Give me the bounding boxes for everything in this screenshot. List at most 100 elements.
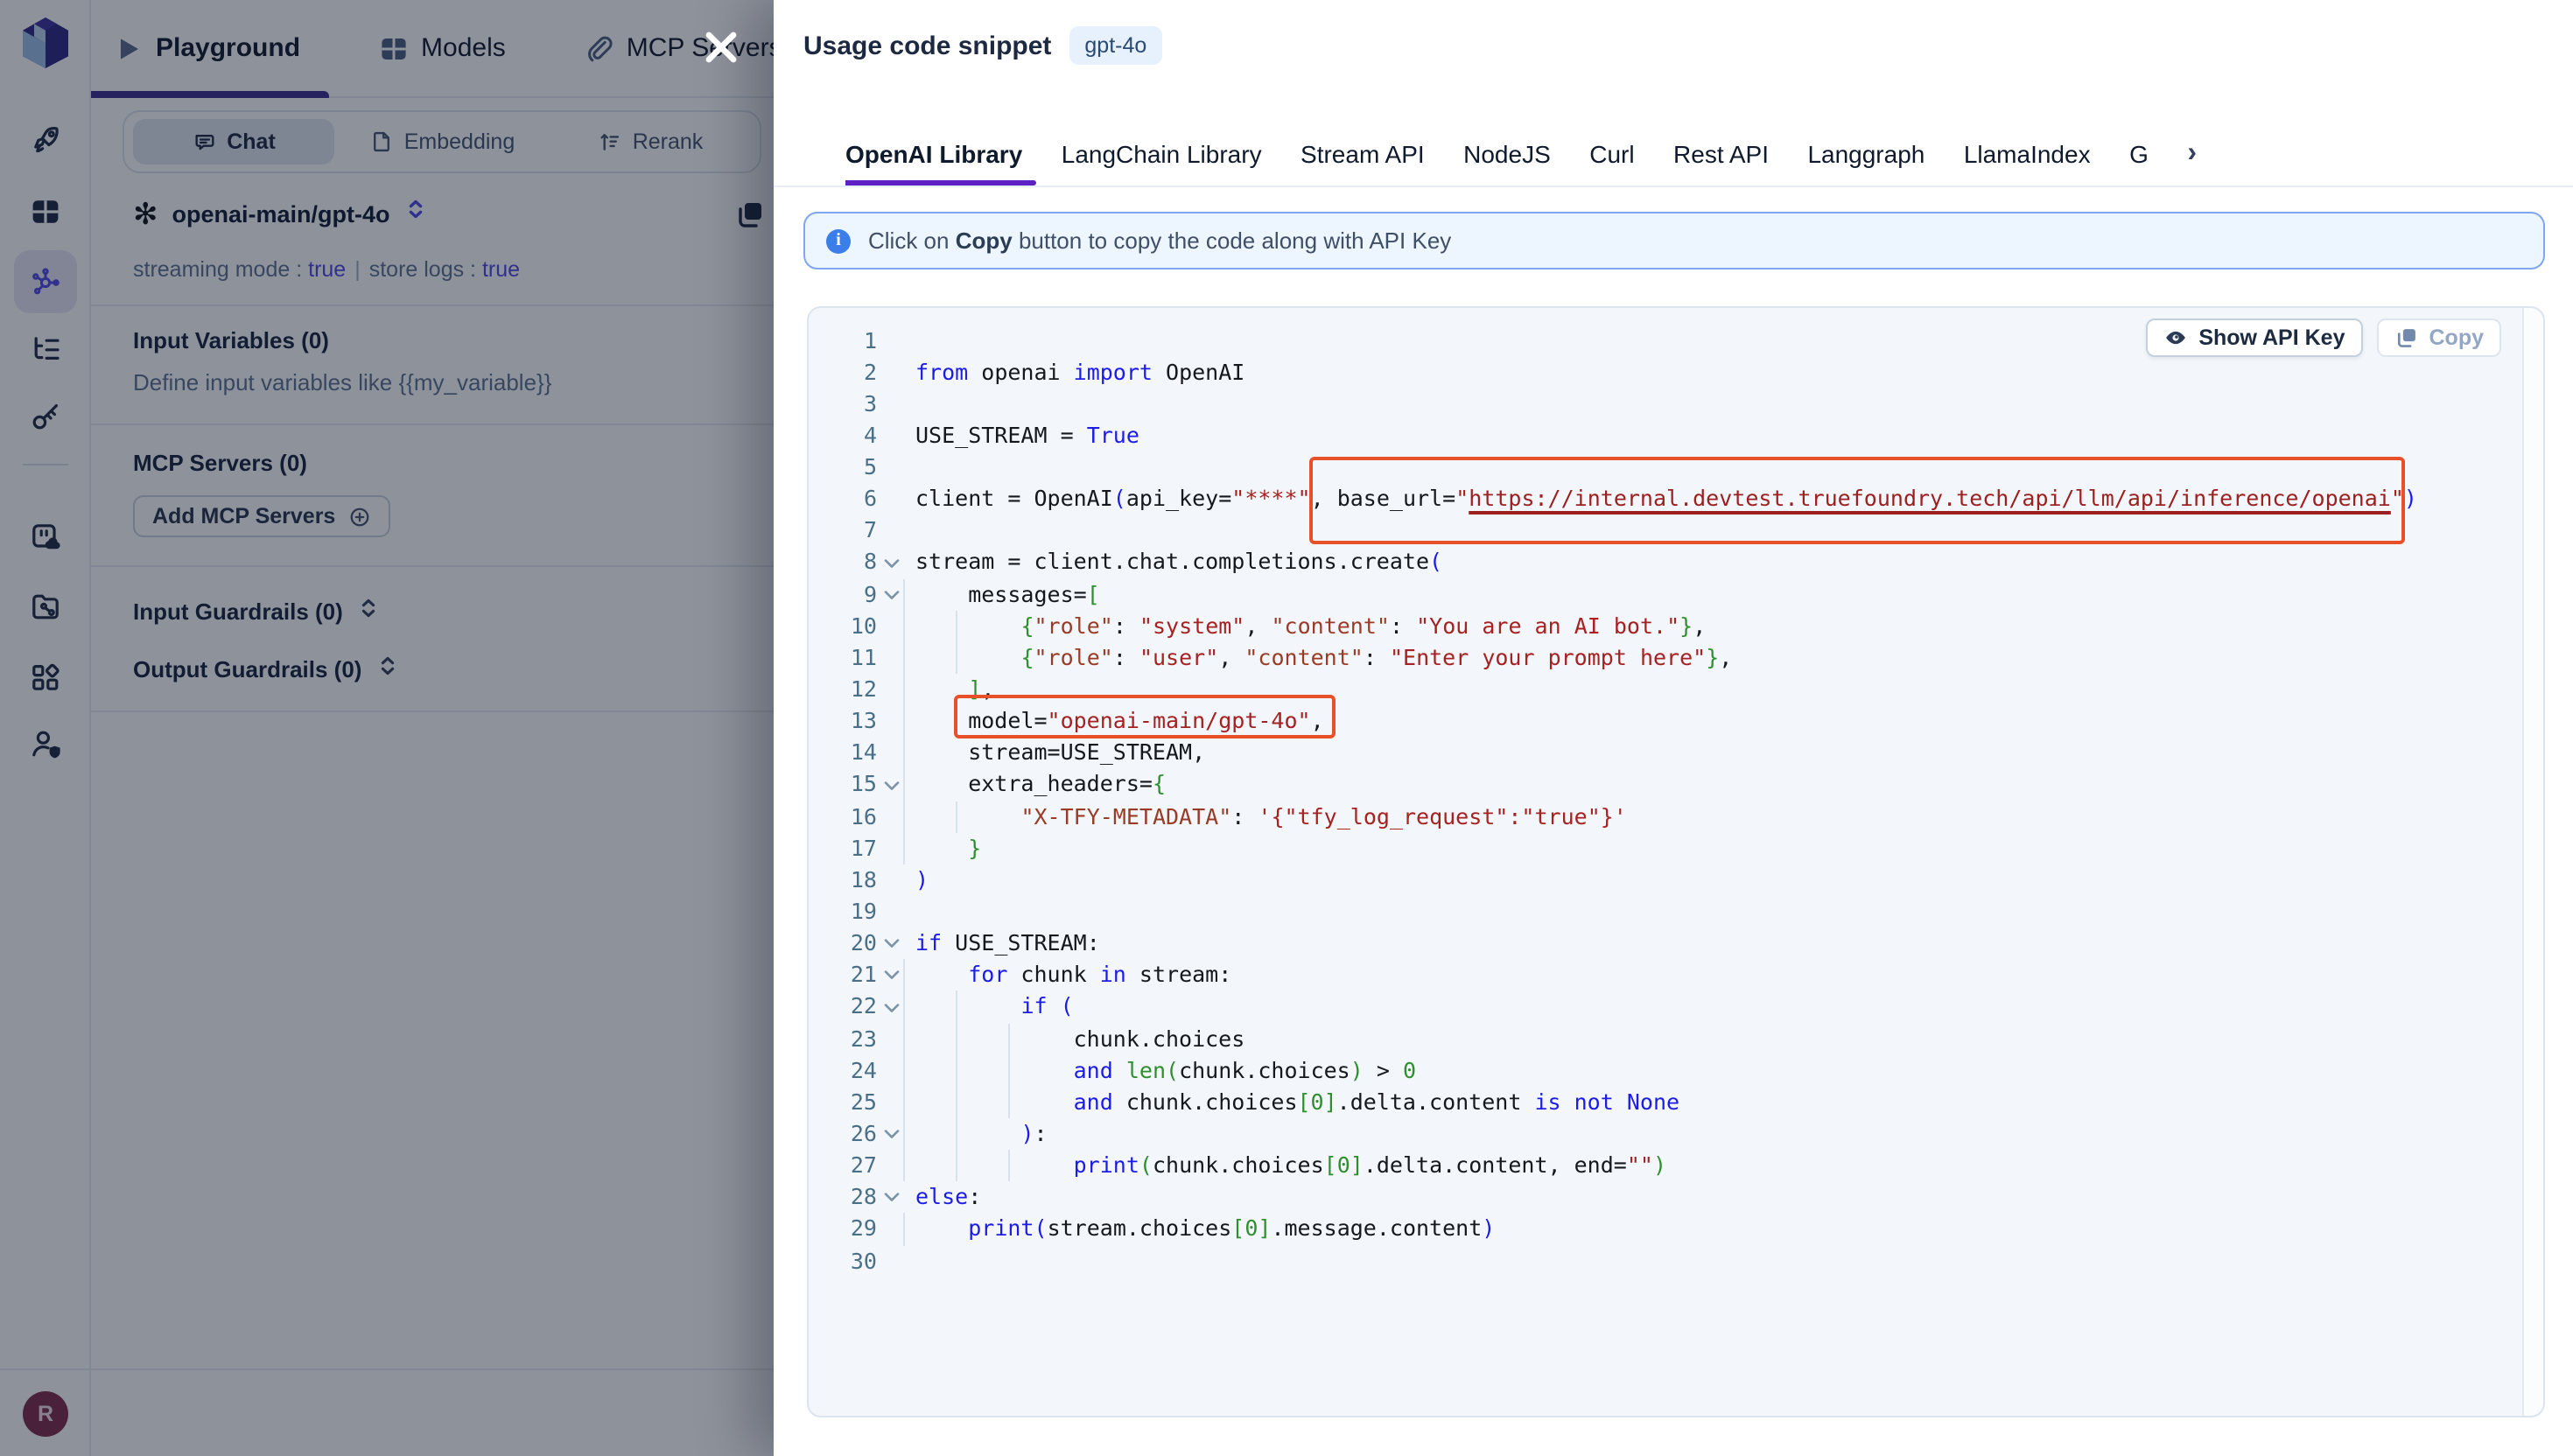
line-number: 26 <box>824 1118 877 1150</box>
fold-chevron-icon[interactable] <box>877 1002 905 1012</box>
indent-guide <box>903 801 905 832</box>
line-number: 23 <box>824 1023 877 1054</box>
close-modal-icon[interactable] <box>697 23 746 72</box>
snippet-tab-nodejs[interactable]: NodeJS <box>1463 122 1551 186</box>
snippet-tab-langchain-library[interactable]: LangChain Library <box>1062 122 1262 186</box>
code-text: messages=[ <box>915 578 1100 610</box>
code-line: 6client = OpenAI(api_key="****", base_ur… <box>809 483 2519 514</box>
code-line: 2from openai import OpenAI <box>809 356 2519 388</box>
app-root: R PlaygroundModelsMCP Servers ChatEmbedd… <box>0 0 2573 1456</box>
line-number: 3 <box>824 388 877 420</box>
code-line: 26 ): <box>809 1118 2519 1150</box>
line-number: 6 <box>824 483 877 514</box>
show-api-key-label: Show API Key <box>2198 326 2345 350</box>
indent-guide <box>1008 1150 1010 1181</box>
snippet-tab-langgraph[interactable]: Langgraph <box>1807 122 1924 186</box>
show-api-key-button[interactable]: Show API Key <box>2146 318 2362 357</box>
modal-backdrop[interactable] <box>0 0 774 1456</box>
modal-header: Usage code snippet gpt-4o <box>803 24 1162 66</box>
info-icon: i <box>826 228 851 253</box>
code-line: 19 <box>809 896 2519 928</box>
model-badge: gpt-4o <box>1069 26 1162 65</box>
fold-chevron-icon[interactable] <box>877 938 905 948</box>
snippet-tabbar: OpenAI Library LangChain Library Stream AP… <box>774 122 2573 187</box>
fold-chevron-icon[interactable] <box>877 780 905 790</box>
snippet-tab-g[interactable]: G <box>2129 122 2149 186</box>
indent-guide <box>956 1023 957 1054</box>
line-number: 24 <box>824 1054 877 1086</box>
code-text: } <box>915 833 981 864</box>
indent-guide <box>903 1118 905 1150</box>
code-text: {"role": "user", "content": "Enter your … <box>915 642 1732 674</box>
line-number: 13 <box>824 705 877 737</box>
line-number: 10 <box>824 611 877 642</box>
line-number: 8 <box>824 547 877 578</box>
line-number: 18 <box>824 864 877 896</box>
line-number: 2 <box>824 356 877 388</box>
code-actions: Show API Key Copy <box>2146 318 2501 357</box>
fold-chevron-icon[interactable] <box>877 589 905 599</box>
code-line: 9 messages=[ <box>809 578 2519 610</box>
fold-chevron-icon[interactable] <box>877 1193 905 1203</box>
line-number: 4 <box>824 420 877 452</box>
indent-guide <box>903 1054 905 1086</box>
code-line: 28else: <box>809 1182 2519 1214</box>
indent-guide <box>956 1054 957 1086</box>
indent-guide <box>903 705 905 737</box>
scrollbar-gutter[interactable] <box>2522 308 2543 1416</box>
code-line: 17 } <box>809 833 2519 864</box>
line-number: 28 <box>824 1182 877 1214</box>
copy-info-banner: i Click on Copy button to copy the code … <box>803 212 2545 270</box>
code-text: extra_headers={ <box>915 769 1166 801</box>
code-line: 5 <box>809 452 2519 483</box>
copy-icon <box>2394 326 2419 350</box>
fold-chevron-icon[interactable] <box>877 970 905 981</box>
indent-guide <box>956 1150 957 1181</box>
snippet-tab-stream-api[interactable]: Stream API <box>1301 122 1425 186</box>
indent-guide <box>903 1087 905 1118</box>
snippet-tab-openai-library[interactable]: OpenAI Library <box>845 122 1022 186</box>
code-line: 18) <box>809 864 2519 896</box>
code-text: "X-TFY-METADATA": '{"tfy_log_request":"t… <box>915 801 1627 832</box>
code-text: {"role": "system", "content": "You are a… <box>915 611 1706 642</box>
fold-chevron-icon[interactable] <box>877 557 905 568</box>
line-number: 16 <box>824 801 877 832</box>
indent-guide <box>903 833 905 864</box>
indent-guide <box>903 611 905 642</box>
code-line: 21 for chunk in stream: <box>809 960 2519 991</box>
code-line: 27 print(chunk.choices[0].delta.content,… <box>809 1150 2519 1181</box>
banner-text: Click on Copy button to copy the code al… <box>868 228 1451 254</box>
tabs-scroll-right-icon[interactable]: › <box>2187 138 2197 170</box>
snippet-tab-curl[interactable]: Curl <box>1589 122 1634 186</box>
snippet-tab-rest-api[interactable]: Rest API <box>1673 122 1769 186</box>
line-number: 11 <box>824 642 877 674</box>
indent-guide <box>903 1214 905 1245</box>
code-text: stream=USE_STREAM, <box>915 738 1205 769</box>
code-line: 12 ], <box>809 674 2519 705</box>
copy-code-button[interactable]: Copy <box>2377 318 2502 357</box>
code-text: ], <box>915 674 994 705</box>
code-line: 14 stream=USE_STREAM, <box>809 738 2519 769</box>
line-number: 25 <box>824 1087 877 1118</box>
code-line: 10 {"role": "system", "content": "You ar… <box>809 611 2519 642</box>
indent-guide <box>903 642 905 674</box>
indent-guide <box>956 1118 957 1150</box>
code-text: if USE_STREAM: <box>915 928 1100 959</box>
code-line: 7 <box>809 515 2519 547</box>
snippet-tab-llamaindex[interactable]: LlamaIndex <box>1964 122 2091 186</box>
indent-guide <box>956 801 957 832</box>
line-number: 7 <box>824 515 877 547</box>
code-line: 3 <box>809 388 2519 420</box>
indent-guide <box>1008 1087 1010 1118</box>
line-number: 15 <box>824 769 877 801</box>
code-text: print(chunk.choices[0].delta.content, en… <box>915 1150 1666 1181</box>
code-line: 15 extra_headers={ <box>809 769 2519 801</box>
code-line: 20if USE_STREAM: <box>809 928 2519 959</box>
fold-chevron-icon[interactable] <box>877 1129 905 1139</box>
code-text: and len(chunk.choices) > 0 <box>915 1054 1416 1086</box>
indent-guide <box>956 611 957 642</box>
code-text: model="openai-main/gpt-4o", <box>915 705 1324 737</box>
line-number: 12 <box>824 674 877 705</box>
line-number: 21 <box>824 960 877 991</box>
usage-code-snippet-modal: Usage code snippet gpt-4o OpenAI Library… <box>774 0 2573 1456</box>
